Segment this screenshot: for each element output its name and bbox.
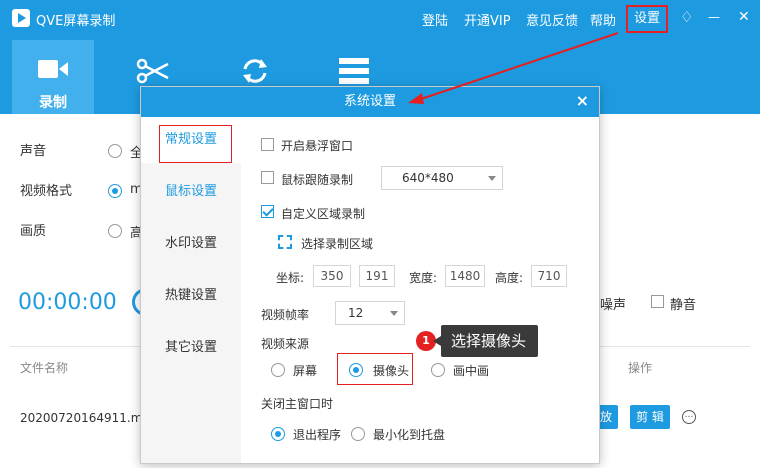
annotation-arrow bbox=[408, 32, 619, 104]
